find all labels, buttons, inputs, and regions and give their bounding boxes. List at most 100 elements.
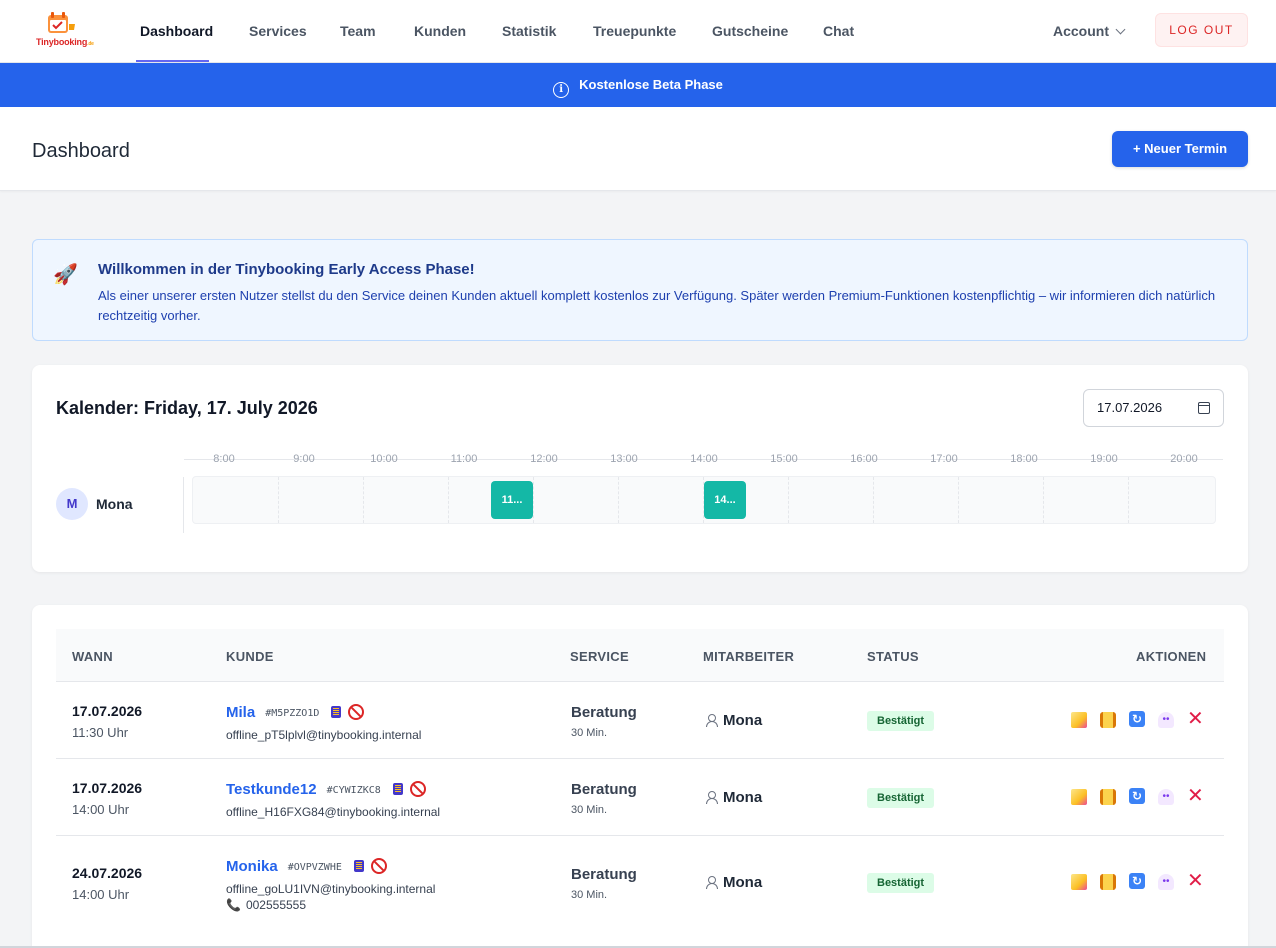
mobile-phone-icon[interactable] <box>353 860 364 872</box>
scroll-icon[interactable] <box>1100 712 1116 728</box>
nav-dashboard[interactable]: Dashboard <box>136 0 213 62</box>
hour-label: 18:00 <box>1010 453 1038 465</box>
hour-label: 13:00 <box>610 453 638 465</box>
staff-name: Mona <box>723 874 763 891</box>
calendar-appointment[interactable]: 11... <box>491 481 533 519</box>
staff-divider <box>183 477 184 533</box>
date-picker-value: 17.07.2026 <box>1097 400 1163 415</box>
reschedule-icon[interactable]: ↻ <box>1129 788 1145 804</box>
col-actions: AKTIONEN <box>1136 649 1207 664</box>
staff-name: Mona <box>723 789 763 806</box>
service-name: Beratung <box>571 866 637 883</box>
ghost-icon[interactable]: •• <box>1158 874 1174 890</box>
welcome-notice: 🚀 Willkommen in der Tinybooking Early Ac… <box>32 239 1248 341</box>
block-icon[interactable] <box>370 858 387 874</box>
hour-label: 20:00 <box>1170 453 1198 465</box>
beta-banner-text: Kostenlose Beta Phase <box>579 77 723 92</box>
customer-email: offline_goLU1IVN@tinybooking.internal <box>226 882 436 896</box>
customer-code: #CYWIZKC8 <box>326 785 381 796</box>
customer-cell: Mila #M5PZZO1D <box>226 704 365 721</box>
hour-label: 10:00 <box>370 453 398 465</box>
customer-name-link[interactable]: Testkunde12 <box>226 781 317 798</box>
logout-button[interactable]: LOG OUT <box>1155 13 1248 47</box>
top-nav: Tinybooking.de Dashboard Services Team K… <box>0 0 1276 63</box>
scroll-icon[interactable] <box>1100 874 1116 890</box>
phone-icon: 📞 <box>226 898 241 912</box>
page-header: Dashboard + Neuer Termin <box>0 107 1276 191</box>
reschedule-icon[interactable]: ↻ <box>1129 873 1145 889</box>
timeline-slot-divider <box>533 477 534 523</box>
hour-label: 12:00 <box>530 453 558 465</box>
timeline-slot-divider <box>363 477 364 523</box>
table-row: 17.07.2026 14:00 Uhr Testkunde12 #CYWIZKC… <box>56 759 1224 836</box>
calendar-logo-icon <box>48 12 75 33</box>
staff-name: Mona <box>96 496 133 512</box>
customer-email: offline_H16FXG84@tinybooking.internal <box>226 805 441 819</box>
timeline-slot-divider <box>788 477 789 523</box>
calendar-appointment[interactable]: 14... <box>704 481 746 519</box>
timeline-track[interactable]: 11... 14... <box>192 476 1216 524</box>
user-icon <box>706 876 718 889</box>
scroll-icon[interactable] <box>1100 789 1116 805</box>
row-time: 11:30 Uhr <box>72 725 129 740</box>
customer-email: offline_pT5lplvl@tinybooking.internal <box>226 728 422 742</box>
calendar-icon[interactable] <box>1198 402 1210 414</box>
status-badge: Bestätigt <box>867 788 935 808</box>
customer-phone-number[interactable]: 002555555 <box>246 898 306 912</box>
cancel-icon[interactable]: ✕ <box>1187 786 1204 806</box>
customer-phone: 📞 002555555 <box>226 898 306 912</box>
nav-team[interactable]: Team <box>340 0 376 62</box>
nav-treuepunkte[interactable]: Treuepunkte <box>593 0 676 62</box>
cancel-icon[interactable]: ✕ <box>1187 871 1204 891</box>
col-staff: MITARBEITER <box>703 649 795 664</box>
service-name: Beratung <box>571 781 637 798</box>
date-picker-input[interactable]: 17.07.2026 <box>1083 389 1224 427</box>
row-date: 17.07.2026 <box>72 703 143 719</box>
nav-gutscheine[interactable]: Gutscheine <box>712 0 788 62</box>
block-icon[interactable] <box>348 704 365 720</box>
nav-services[interactable]: Services <box>249 0 307 62</box>
timeline-slot-divider <box>958 477 959 523</box>
appointments-table: WANN KUNDE SERVICE MITARBEITER STATUS AK… <box>32 605 1248 948</box>
chevron-down-icon <box>1115 24 1126 35</box>
customer-name-link[interactable]: Monika <box>226 858 278 875</box>
timeline-slot-divider <box>618 477 619 523</box>
nav-chat[interactable]: Chat <box>823 0 854 62</box>
status-badge: Bestätigt <box>867 711 935 731</box>
mobile-phone-icon[interactable] <box>392 783 403 795</box>
col-service: SERVICE <box>570 649 629 664</box>
ghost-icon[interactable]: •• <box>1158 712 1174 728</box>
table-row: 24.07.2026 14:00 Uhr Monika #OVPVZWHE off… <box>56 836 1224 936</box>
customer-cell: Monika #OVPVZWHE <box>226 858 387 875</box>
hour-label: 16:00 <box>850 453 878 465</box>
edit-icon[interactable] <box>1071 712 1087 728</box>
account-menu[interactable]: Account <box>1053 0 1126 62</box>
service-duration: 30 Min. <box>571 727 608 739</box>
table-row: 17.07.2026 11:30 Uhr Mila #M5PZZO1D offli… <box>56 682 1224 759</box>
staff-name: Mona <box>723 712 763 729</box>
block-icon[interactable] <box>409 781 426 797</box>
welcome-title: Willkommen in der Tinybooking Early Acce… <box>98 261 475 278</box>
logo-wordmark: Tinybooking.de <box>36 37 94 47</box>
table-header: WANN KUNDE SERVICE MITARBEITER STATUS AK… <box>56 629 1224 682</box>
row-time: 14:00 Uhr <box>72 887 130 902</box>
ghost-icon[interactable]: •• <box>1158 789 1174 805</box>
nav-statistik[interactable]: Statistik <box>502 0 556 62</box>
calendar-title: Kalender: Friday, 17. July 2026 <box>56 398 318 418</box>
hour-label: 15:00 <box>770 453 798 465</box>
status-badge: Bestätigt <box>867 873 935 893</box>
timeline-slot-divider <box>873 477 874 523</box>
page-title: Dashboard <box>32 140 130 162</box>
tinybooking-logo[interactable]: Tinybooking.de <box>36 12 96 52</box>
timeline-slot-divider <box>1128 477 1129 523</box>
reschedule-icon[interactable]: ↻ <box>1129 711 1145 727</box>
mobile-phone-icon[interactable] <box>331 706 342 718</box>
new-appointment-button[interactable]: + Neuer Termin <box>1112 131 1248 167</box>
edit-icon[interactable] <box>1071 789 1087 805</box>
customer-name-link[interactable]: Mila <box>226 704 255 721</box>
customer-code: #M5PZZO1D <box>265 708 320 719</box>
cancel-icon[interactable]: ✕ <box>1187 709 1204 729</box>
nav-kunden[interactable]: Kunden <box>414 0 466 62</box>
edit-icon[interactable] <box>1071 874 1087 890</box>
account-label: Account <box>1053 23 1109 39</box>
